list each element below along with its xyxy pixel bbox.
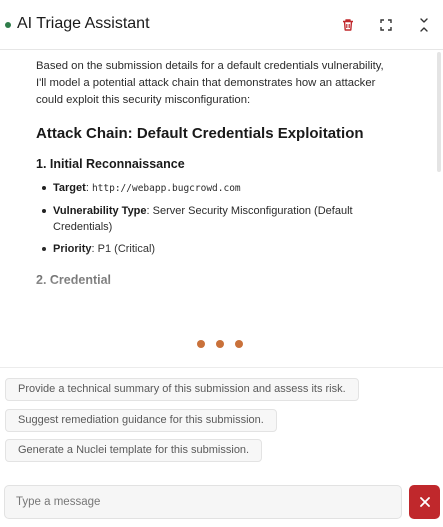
list-item: Target: http://webapp.bugcrowd.com [40,180,390,197]
message-heading: Attack Chain: Default Credentials Exploi… [36,125,364,142]
delete-chat-button[interactable] [337,14,359,36]
message-input[interactable] [5,486,401,518]
detail-list: Target: http://webapp.bugcrowd.com Vulne… [40,180,390,263]
message-input-wrapper [4,485,402,519]
collapse-button[interactable] [413,14,435,36]
message-area[interactable]: Based on the submission details for a de… [0,51,443,366]
list-item: Priority: P1 (Critical) [40,241,390,257]
expand-button[interactable] [375,14,397,36]
scrollbar[interactable] [437,52,441,172]
chat-header: AI Triage Assistant [0,0,443,50]
close-icon [419,497,430,507]
assistant-message-intro: Based on the submission details for a de… [36,60,384,106]
typing-dot [197,340,205,348]
typing-dot [216,340,224,348]
suggestion-remediation[interactable]: Suggest remediation guidance for this su… [5,409,277,432]
trash-icon [343,19,353,31]
panel-title: AI Triage Assistant [17,15,150,32]
suggestion-technical-summary[interactable]: Provide a technical summary of this subm… [5,378,359,401]
list-item: Vulnerability Type: Server Security Misc… [40,203,390,235]
typing-indicator [197,340,243,348]
collapse-icon [420,18,428,32]
section-heading: 2. Credential [36,273,112,287]
status-dot [5,22,11,28]
expand-icon [380,19,392,31]
stop-button[interactable] [409,485,440,519]
suggestion-nuclei-template[interactable]: Generate a Nuclei template for this subm… [5,439,263,462]
divider [0,367,443,368]
section-heading: 1. Initial Reconnaissance [36,157,185,171]
typing-dot [235,340,243,348]
